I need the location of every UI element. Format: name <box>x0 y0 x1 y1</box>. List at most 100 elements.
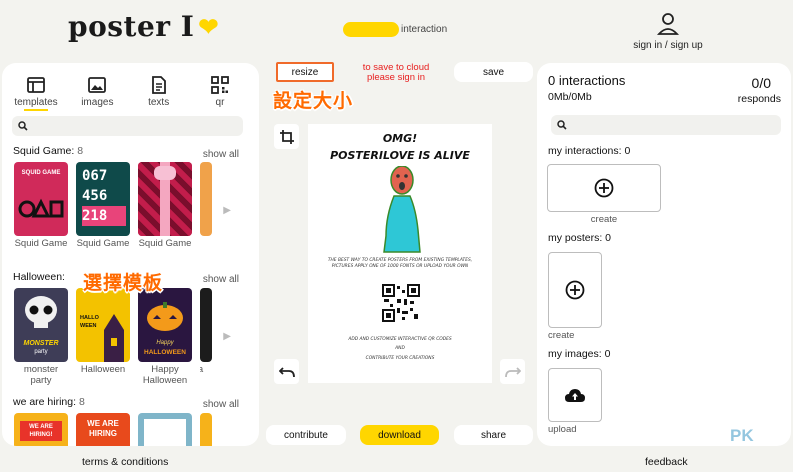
template-label: monster party <box>23 364 59 386</box>
heart-icon: ❤ <box>198 12 219 41</box>
template-card[interactable]: Happy HALLOWEEN Happy Halloween <box>138 288 192 386</box>
thumb-halloween-word: HALLOWEEN <box>144 349 186 356</box>
thumb-halloween-text: HALLO WEEN <box>80 315 99 329</box>
undo-button[interactable] <box>274 359 299 384</box>
number-2: 456 <box>82 188 108 204</box>
scroll-right-icon[interactable]: ▶ <box>223 331 231 342</box>
template-thumb[interactable]: WE ARE HIRING! <box>14 413 68 446</box>
skull-icon <box>25 296 57 328</box>
template-thumb[interactable] <box>138 413 192 446</box>
shapes-graphic <box>18 198 64 218</box>
poster-contribute-text[interactable]: CONTRIBUTE YOUR CREATIONS <box>318 356 482 362</box>
template-card[interactable]: SQUID GAME Squid Game <box>14 162 68 249</box>
scream-figure-graphic[interactable] <box>380 166 424 254</box>
save-button[interactable]: save <box>454 62 533 82</box>
hiring-templates-row: WE ARE HIRING! WE ARE HIRING <box>14 413 212 446</box>
template-card[interactable]: MONSTER party monster party <box>14 288 68 386</box>
left-sidebar: templates images texts qr Squid Game: 8 … <box>2 63 259 446</box>
signin-area[interactable]: sign in / sign up <box>620 12 716 51</box>
thumb-hiring-text-2: WE ARE HIRING <box>87 419 119 438</box>
image-icon <box>88 77 107 93</box>
tab-templates[interactable]: templates <box>8 75 64 111</box>
watermark: PK <box>730 426 754 445</box>
template-thumb: SQUID GAME <box>14 162 68 236</box>
tab-qr-label: qr <box>215 97 225 108</box>
signin-link[interactable]: sign in / sign up <box>633 40 703 51</box>
template-label: Halloween <box>80 364 126 375</box>
section-hiring-count: 8 <box>78 396 85 408</box>
resize-annotation: 設定大小 <box>273 90 354 112</box>
my-items-search-input[interactable] <box>571 119 762 131</box>
template-label: Happy Halloween <box>142 364 188 386</box>
my-images-title: my images: 0 <box>548 348 611 360</box>
search-icon <box>18 121 28 131</box>
template-annotation: 選擇模板 <box>83 272 164 294</box>
poster-qr-code[interactable] <box>382 284 420 322</box>
plus-circle-icon <box>565 280 585 300</box>
thumb-numbers: 067 456 218 <box>82 166 126 226</box>
my-interactions-title: my interactions: 0 <box>548 145 631 157</box>
poster-title-line2[interactable]: POSTERILOVE IS ALIVE <box>308 149 492 162</box>
resize-button[interactable]: resize <box>276 62 334 82</box>
create-interaction-label: create <box>590 214 618 225</box>
number-1: 067 <box>82 168 108 184</box>
app-logo[interactable]: poster I ❤ <box>68 10 219 43</box>
download-button[interactable]: download <box>360 425 439 445</box>
tab-qr[interactable]: qr <box>192 75 248 111</box>
responds-count: 0/0 <box>751 75 771 91</box>
template-thumb-partial[interactable] <box>200 413 212 446</box>
poster-add-qr-text[interactable]: ADD AND CUSTOMIZE INTERACTIVE QR CODES <box>318 337 482 343</box>
template-thumb[interactable]: WE ARE HIRING <box>76 413 130 446</box>
active-tab-indicator <box>24 109 48 111</box>
feedback-link[interactable]: feedback <box>645 456 688 468</box>
share-button[interactable]: share <box>454 425 533 445</box>
show-all-hiring[interactable]: show all <box>203 399 239 410</box>
squid-templates-row: SQUID GAME Squid Game 067 456 218 Squid … <box>14 162 212 249</box>
create-poster-label: create <box>548 330 575 341</box>
show-all-squid[interactable]: show all <box>203 149 239 160</box>
interaction-label[interactable]: interaction <box>401 24 447 35</box>
create-interaction-button[interactable] <box>547 164 661 212</box>
poster-body-text[interactable]: THE BEST WAY TO CREATE POSTERS FROM EXIS… <box>318 258 482 270</box>
upload-image-button[interactable] <box>548 368 602 422</box>
user-icon[interactable] <box>657 12 679 36</box>
upload-label: upload <box>548 424 577 435</box>
thumb-hiring-text: WE ARE HIRING! <box>20 421 62 441</box>
template-card-partial[interactable]: Ha <box>200 288 212 386</box>
crop-button[interactable] <box>274 124 299 149</box>
cloud-note-line2: please sign in <box>366 72 426 83</box>
redo-button[interactable] <box>500 359 525 384</box>
template-label: Squid Game <box>138 238 192 249</box>
template-search-input[interactable] <box>32 120 224 132</box>
template-card-partial[interactable] <box>200 162 212 249</box>
tab-texts-label: texts <box>148 97 170 108</box>
responds-label: responds <box>737 93 781 105</box>
thumb-monster-text: MONSTER <box>23 340 59 347</box>
template-card[interactable]: Squid Game <box>138 162 192 249</box>
section-title-squid: Squid Game: 8 <box>13 145 83 157</box>
scroll-right-icon[interactable]: ▶ <box>223 205 231 216</box>
thumb-party-text: party <box>34 349 48 355</box>
tab-texts[interactable]: texts <box>131 75 187 111</box>
terms-link[interactable]: terms & conditions <box>82 456 168 468</box>
template-thumb <box>138 162 192 236</box>
pumpkin-icon <box>147 302 183 331</box>
poster-canvas[interactable]: OMG! POSTERILOVE IS ALIVE THE BEST WAY T… <box>308 124 492 383</box>
template-thumb: HALLO WEEN <box>76 288 130 362</box>
my-items-search[interactable] <box>551 115 781 135</box>
template-thumb: 067 456 218 <box>76 162 130 236</box>
template-card[interactable]: 067 456 218 Squid Game <box>76 162 130 249</box>
poster-title-line1[interactable]: OMG! <box>308 132 492 145</box>
template-search[interactable] <box>12 116 243 136</box>
tab-images[interactable]: images <box>69 75 125 111</box>
show-all-halloween[interactable]: show all <box>203 274 239 285</box>
halloween-templates-row: MONSTER party monster party HALLO WEEN H… <box>14 288 212 386</box>
template-card[interactable]: HALLO WEEN Halloween <box>76 288 130 386</box>
interaction-header[interactable]: interaction <box>343 22 447 37</box>
create-poster-button[interactable] <box>548 252 602 328</box>
crop-icon <box>279 129 294 144</box>
poster-and-text[interactable]: AND <box>318 346 482 352</box>
interactions-stat: 0 interactions <box>548 73 625 88</box>
plus-circle-icon <box>594 178 614 198</box>
contribute-button[interactable]: contribute <box>266 425 346 445</box>
